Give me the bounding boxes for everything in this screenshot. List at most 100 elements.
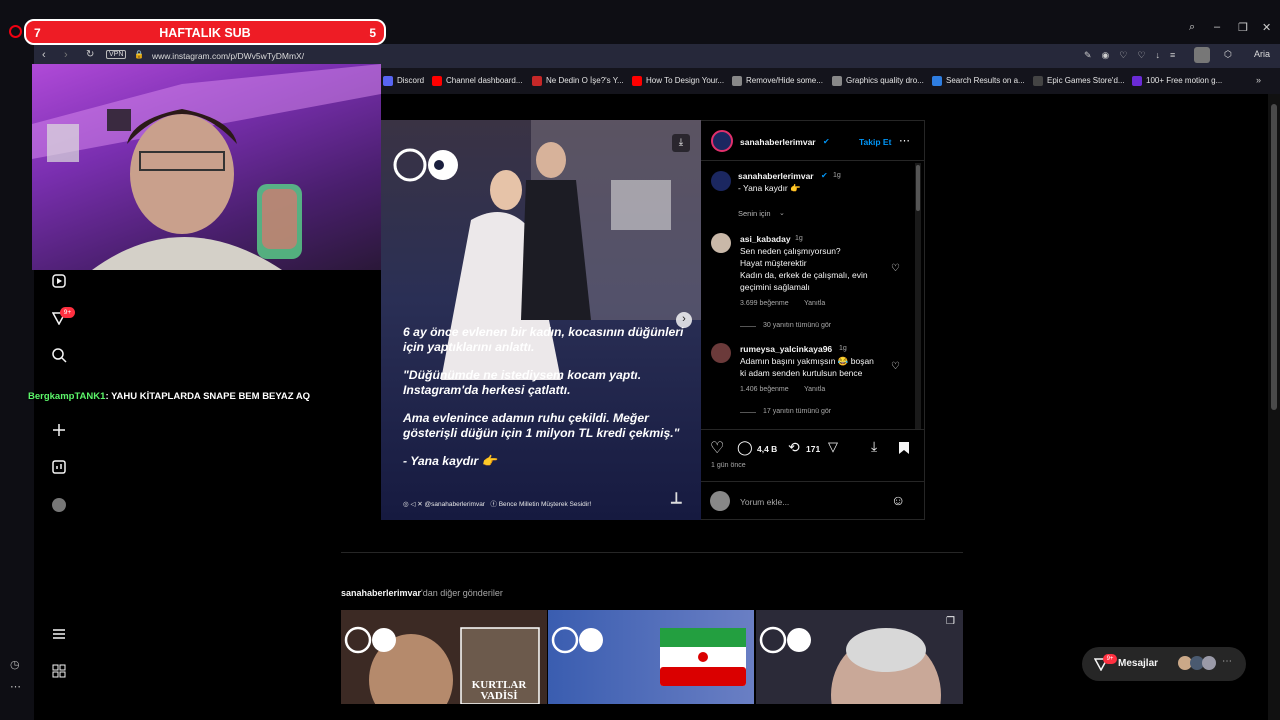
back-icon[interactable]: ‹ <box>42 49 46 61</box>
messages-button[interactable]: Mesajlar ⋯ <box>1082 647 1246 681</box>
extension-icon[interactable]: ⬡ <box>1224 49 1232 60</box>
also-from-meta-icon[interactable] <box>50 662 68 680</box>
comment-time: 1g <box>795 235 803 242</box>
bookmark-item[interactable]: Remove/Hide some... <box>732 76 823 86</box>
like-comment-icon[interactable]: ♡ <box>891 263 900 274</box>
comment-avatar[interactable] <box>711 233 731 253</box>
input-divider <box>701 481 924 482</box>
section-divider <box>341 552 963 553</box>
like-comment-icon[interactable]: ♡ <box>891 361 900 372</box>
notification-badge: 9+ <box>60 307 75 318</box>
sub-right-number: 5 <box>369 26 376 40</box>
reply-button[interactable]: Yanıtla <box>804 300 825 307</box>
bookmark-favicon-icon <box>432 76 442 86</box>
comment-user[interactable]: rumeysa_yalcinkaya96 <box>740 344 832 354</box>
view-replies-button[interactable]: 17 yanıtın tümünü gör <box>763 408 831 415</box>
chevron-down-icon[interactable]: ⌄ <box>779 209 785 217</box>
actions-divider <box>701 429 924 430</box>
webcam-overlay <box>32 64 381 270</box>
comment-line: ki adam senden kurtulsun bence <box>740 368 863 378</box>
repost-icon[interactable]: ⟲ <box>788 439 800 456</box>
chat-text: : YAHU KİTAPLARDA SNAPE BEM BEYAZ AQ <box>105 391 311 402</box>
comment-likes[interactable]: 3.699 beğenme <box>740 300 789 307</box>
post-image-quote: 6 ay önce evlenen bir kadın, kocasının d… <box>403 325 693 483</box>
image-footer-handle: @sanahaberlerimvar <box>424 501 485 508</box>
view-replies-button[interactable]: 30 yanıtın tümünü gör <box>763 322 831 329</box>
reply-button[interactable]: Yanıtla <box>804 386 825 393</box>
posted-ago: 1 gün önce <box>711 462 746 469</box>
comment-avatar[interactable] <box>711 343 731 363</box>
caption-avatar[interactable] <box>711 171 731 191</box>
bookmark-favicon-icon <box>1033 76 1043 86</box>
more-posts-suffix: 'dan diğer gönderiler <box>421 588 503 598</box>
forward-icon[interactable]: › <box>64 49 68 61</box>
bookmark-item[interactable]: Discord <box>383 76 424 86</box>
quote-line: "Düğünümde ne istediysem kocam yaptı. In… <box>403 368 642 397</box>
bookmark-item[interactable]: Search Results on a... <box>932 76 1025 86</box>
account-name[interactable]: sanahaberlerimvar <box>740 137 816 147</box>
bookmark-item[interactable]: How To Design Your... <box>632 76 724 86</box>
vpn-badge[interactable]: VPN <box>106 50 127 59</box>
download-icon[interactable]: ⤓ <box>672 134 690 152</box>
bookmark-item[interactable]: Epic Games Store'd... <box>1033 76 1125 86</box>
restore-icon[interactable]: ❐ <box>1238 21 1248 34</box>
messages-badge: 9+ <box>1103 654 1117 664</box>
share-icon[interactable]: ▽ <box>828 439 838 455</box>
bookmark-favicon-icon <box>732 76 742 86</box>
scrollbar-thumb[interactable] <box>1271 104 1277 410</box>
comment-user[interactable]: asi_kabaday <box>740 234 791 244</box>
related-post-thumb[interactable] <box>548 610 754 704</box>
aria-button[interactable]: Aria <box>1254 49 1270 59</box>
url-text[interactable]: www.instagram.com/p/DWv5wTyDMmX/ <box>152 51 304 61</box>
close-icon[interactable]: ✕ <box>1262 21 1271 34</box>
more-posts-account[interactable]: sanahaberlerimvar <box>341 588 421 598</box>
more-menu-icon[interactable] <box>50 625 68 643</box>
comment-input[interactable]: Yorum ekle... <box>740 497 789 507</box>
post-side-panel: sanahaberlerimvar ✔ Takip Et ⋯ sanahaber… <box>701 120 925 520</box>
minimize-icon[interactable]: – <box>1214 21 1220 33</box>
profile-avatar[interactable] <box>50 496 68 514</box>
search-icon[interactable]: ⌕ <box>1189 21 1195 34</box>
sidebar-more-icon[interactable]: ⋯ <box>10 680 21 693</box>
account-avatar[interactable] <box>711 130 733 152</box>
quote-line: Ama evlenince adamın ruhu çekildi. Meğer… <box>403 411 680 440</box>
bookmark-label: Search Results on a... <box>946 76 1025 86</box>
bookmark-label: Epic Games Store'd... <box>1047 76 1125 86</box>
repost-count: 171 <box>806 444 821 454</box>
message-avatar <box>1202 656 1216 670</box>
bookmark-item[interactable]: Graphics quality dro... <box>832 76 924 86</box>
bookmark-item[interactable]: Ne Dedin O İşe?'s Y... <box>532 76 624 86</box>
opera-logo-icon[interactable] <box>9 25 22 38</box>
comments-scroll-thumb[interactable] <box>916 165 920 211</box>
bookmark-label: Ne Dedin O İşe?'s Y... <box>546 76 624 86</box>
more-posts-label: sanahaberlerimvar'dan diğer gönderiler <box>341 588 503 598</box>
related-post-thumb[interactable]: KURTLAR VADİSİ <box>341 610 547 704</box>
bookmark-icon[interactable] <box>898 441 910 455</box>
channel-logo-icon <box>393 148 458 182</box>
related-post-thumb[interactable]: ❐ <box>756 610 963 704</box>
bookmark-item[interactable]: Channel dashboard... <box>432 76 523 86</box>
for-you-label[interactable]: Senin için <box>738 209 771 218</box>
chat-username: BergkampTANK1 <box>28 391 106 402</box>
comment-icon[interactable]: ◯ <box>737 439 753 456</box>
create-icon[interactable] <box>50 421 68 439</box>
emoji-icon[interactable]: ☺ <box>891 492 905 508</box>
reels-icon[interactable] <box>50 272 68 290</box>
insights-icon[interactable] <box>50 458 68 476</box>
history-icon[interactable]: ◷ <box>10 658 20 671</box>
caption-user[interactable]: sanahaberlerimvar <box>738 171 814 181</box>
profile-avatar[interactable] <box>1194 47 1210 63</box>
comment-line: Hayat müşterektir <box>740 258 807 268</box>
bookmarks-overflow-icon[interactable]: » <box>1256 75 1261 85</box>
reload-icon[interactable]: ↻ <box>86 49 94 60</box>
follow-button[interactable]: Takip Et <box>859 137 891 147</box>
address-bar-action-icons[interactable]: ✎◉♡♡↓≡ <box>1084 50 1185 61</box>
bookmark-item[interactable]: 100+ Free motion g... <box>1132 76 1222 86</box>
search-icon[interactable] <box>50 346 68 364</box>
post-options-icon[interactable]: ⋯ <box>899 134 910 147</box>
like-icon[interactable]: ♡ <box>710 438 724 458</box>
comment-line: Adamın başını yakmışsın 😂 boşan <box>740 356 874 366</box>
comment-likes[interactable]: 1.406 beğenme <box>740 386 789 393</box>
save-to-device-icon[interactable]: ⤓ <box>871 438 877 455</box>
image-footer-page: Bence Milletin Müşterek Sesidir! <box>498 501 592 508</box>
